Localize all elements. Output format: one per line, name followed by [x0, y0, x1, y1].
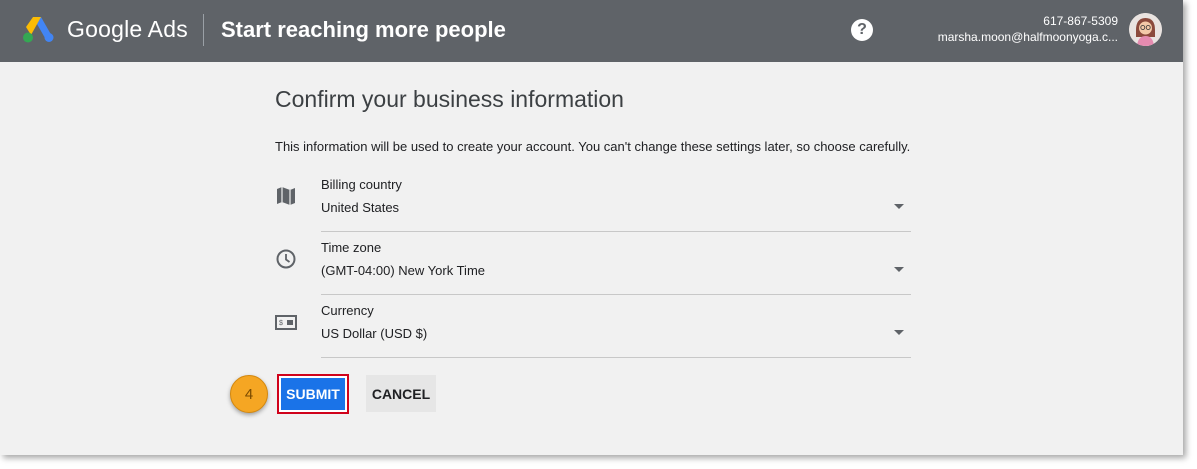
header-title: Start reaching more people [221, 17, 506, 42]
time-zone-value: (GMT-04:00) New York Time [321, 263, 485, 278]
dropdown-arrow-icon [894, 330, 904, 335]
page-title: Confirm your business information [275, 86, 624, 112]
avatar-image [1129, 13, 1162, 46]
time-zone-row: Time zone (GMT-04:00) New York Time [275, 240, 911, 296]
svg-text:$: $ [279, 320, 283, 327]
avatar[interactable] [1129, 13, 1162, 46]
account-email: marsha.moon@halfmoonyoga.c... [937, 30, 1118, 44]
billing-country-value: United States [321, 200, 400, 215]
clock-icon [276, 249, 296, 269]
account-info[interactable]: 617-867-5309 marsha.moon@halfmoonyoga.c.… [938, 13, 1118, 45]
billing-country-row: Billing country United States [275, 177, 911, 233]
account-phone: 617-867-5309 [1043, 14, 1118, 28]
cancel-button[interactable]: CANCEL [366, 375, 436, 412]
dropdown-arrow-icon [894, 204, 904, 209]
page-description: This information will be used to create … [275, 139, 911, 154]
time-zone-select[interactable]: Time zone (GMT-04:00) New York Time [321, 240, 911, 295]
currency-row: $ Currency US Dollar (USD $) [275, 303, 911, 359]
app-window: Google Ads Start reaching more people ? … [0, 0, 1183, 455]
business-info-form: Confirm your business information This i… [275, 86, 911, 358]
brand-name: Google Ads [67, 16, 188, 42]
time-zone-label: Time zone [321, 240, 382, 255]
currency-value: US Dollar (USD $) [321, 326, 428, 341]
help-circle-icon[interactable]: ? [851, 19, 873, 41]
submit-button[interactable]: SUBMIT [277, 374, 349, 414]
header-divider [203, 14, 204, 46]
map-icon [277, 187, 295, 205]
currency-select[interactable]: Currency US Dollar (USD $) [321, 303, 911, 358]
google-ads-logo-icon [23, 17, 54, 43]
currency-card-icon: $ [275, 315, 297, 330]
billing-country-select[interactable]: Billing country United States [321, 177, 911, 232]
billing-country-label: Billing country [321, 177, 402, 192]
currency-label: Currency [321, 303, 374, 318]
dropdown-arrow-icon [894, 267, 904, 272]
submit-button-label: SUBMIT [281, 378, 345, 410]
top-bar: Google Ads Start reaching more people ? … [0, 0, 1183, 62]
step-number-badge: 4 [230, 375, 268, 413]
